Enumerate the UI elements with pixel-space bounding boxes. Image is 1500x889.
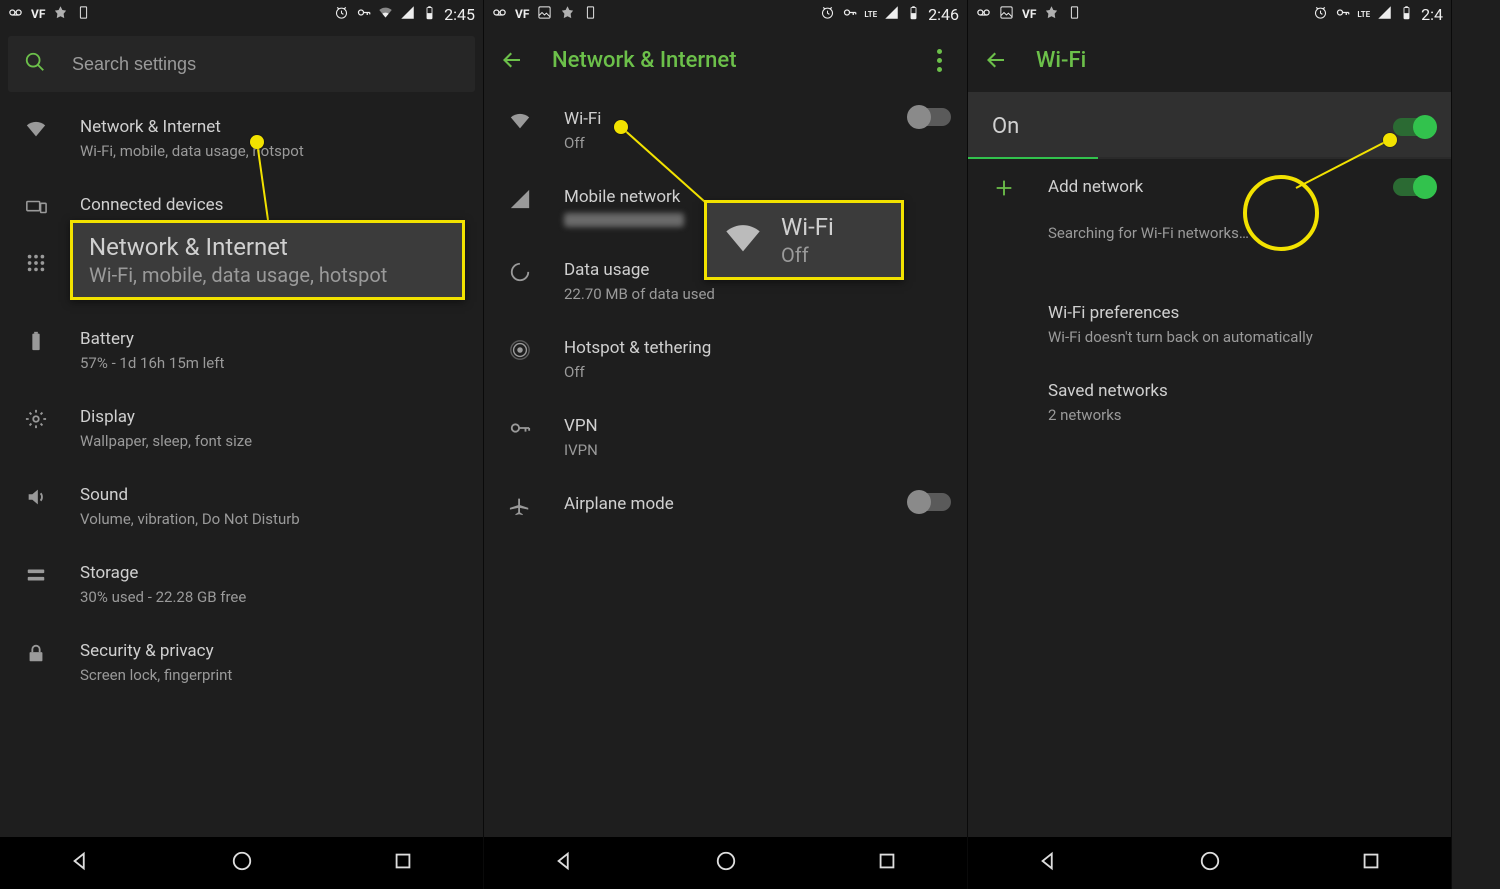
row-vpn[interactable]: VPNIVPN [484, 399, 967, 477]
nav-bar [968, 837, 1451, 889]
nav-home[interactable] [715, 850, 737, 876]
row-sub: IVPN [564, 440, 951, 461]
row-storage[interactable]: Storage30% used - 22.28 GB free [0, 546, 483, 624]
nav-home[interactable] [231, 850, 253, 876]
nav-back[interactable] [1038, 850, 1060, 876]
row-sub: Wallpaper, sleep, font size [80, 431, 467, 452]
status-time: 2:4 [1421, 5, 1443, 24]
nav-recent[interactable] [392, 850, 414, 876]
lock-icon [16, 640, 56, 664]
annotation-dot [1383, 133, 1397, 147]
hotspot-icon [500, 337, 540, 361]
airplane-icon [500, 493, 540, 517]
nav-bar [484, 837, 967, 889]
row-sub: 30% used - 22.28 GB free [80, 587, 467, 608]
nav-bar [0, 837, 483, 889]
row-security[interactable]: Security & privacyScreen lock, fingerpri… [0, 624, 483, 702]
row-title: Display [80, 406, 467, 429]
battery-icon [16, 328, 56, 352]
gear-icon [16, 406, 56, 430]
annotation-circle [1243, 175, 1319, 251]
row-sound[interactable]: SoundVolume, vibration, Do Not Disturb [0, 468, 483, 546]
nav-back[interactable] [554, 850, 576, 876]
row-hotspot[interactable]: Hotspot & tetheringOff [484, 321, 967, 399]
row-airplane[interactable]: Airplane mode [484, 477, 967, 533]
callout-title: Wi-Fi [781, 213, 834, 241]
phone-settings: VF 2:45 Network & InternetWi-Fi, mobile,… [0, 0, 484, 889]
storage-icon [16, 562, 56, 586]
row-title: Sound [80, 484, 467, 507]
row-sub: 2 networks [1048, 405, 1435, 426]
callout-wifi: Wi-Fi Off [704, 200, 904, 280]
nav-home[interactable] [1199, 850, 1221, 876]
callout-sub: Wi-Fi, mobile, data usage, hotspot [89, 263, 446, 287]
airplane-toggle[interactable] [909, 493, 951, 511]
callout-title: Network & Internet [89, 233, 446, 261]
nav-recent[interactable] [1360, 850, 1382, 876]
phone-network: VF LTE 2:46 Network & Internet Wi-FiOff … [484, 0, 968, 889]
row-battery[interactable]: Battery57% - 1d 16h 15m left [0, 312, 483, 390]
row-title: Battery [80, 328, 467, 351]
row-sub: 57% - 1d 16h 15m left [80, 353, 467, 374]
row-title: Storage [80, 562, 467, 585]
row-title: Saved networks [1048, 380, 1435, 403]
key-icon [500, 415, 540, 439]
phone-wifi: VF LTE 2:4 Wi-Fi On Add network Searchi [968, 0, 1452, 889]
volume-icon [16, 484, 56, 508]
annotation-dot [250, 135, 264, 149]
row-sub: Volume, vibration, Do Not Disturb [80, 509, 467, 530]
row-title: Wi-Fi preferences [1048, 302, 1435, 325]
row-sub: Wi-Fi doesn't turn back on automatically [1048, 327, 1435, 348]
callout-network: Network & Internet Wi-Fi, mobile, data u… [70, 220, 465, 300]
nav-recent[interactable] [876, 850, 898, 876]
row-sub: Off [564, 362, 951, 383]
row-title: Airplane mode [564, 493, 881, 516]
row-wifi-prefs[interactable]: Wi-Fi preferencesWi-Fi doesn't turn back… [968, 286, 1451, 364]
wifi-body: Add network Searching for Wi-Fi networks… [968, 159, 1451, 889]
row-sub: Screen lock, fingerprint [80, 665, 467, 686]
annotation-dot [614, 120, 628, 134]
wifi-fan-icon [723, 218, 763, 262]
row-display[interactable]: DisplayWallpaper, sleep, font size [0, 390, 483, 468]
row-saved-networks[interactable]: Saved networks2 networks [968, 364, 1451, 442]
row-title: VPN [564, 415, 951, 438]
row-title: Security & privacy [80, 640, 467, 663]
nav-back[interactable] [70, 850, 92, 876]
callout-sub: Off [781, 243, 834, 267]
row-title: Hotspot & tethering [564, 337, 951, 360]
